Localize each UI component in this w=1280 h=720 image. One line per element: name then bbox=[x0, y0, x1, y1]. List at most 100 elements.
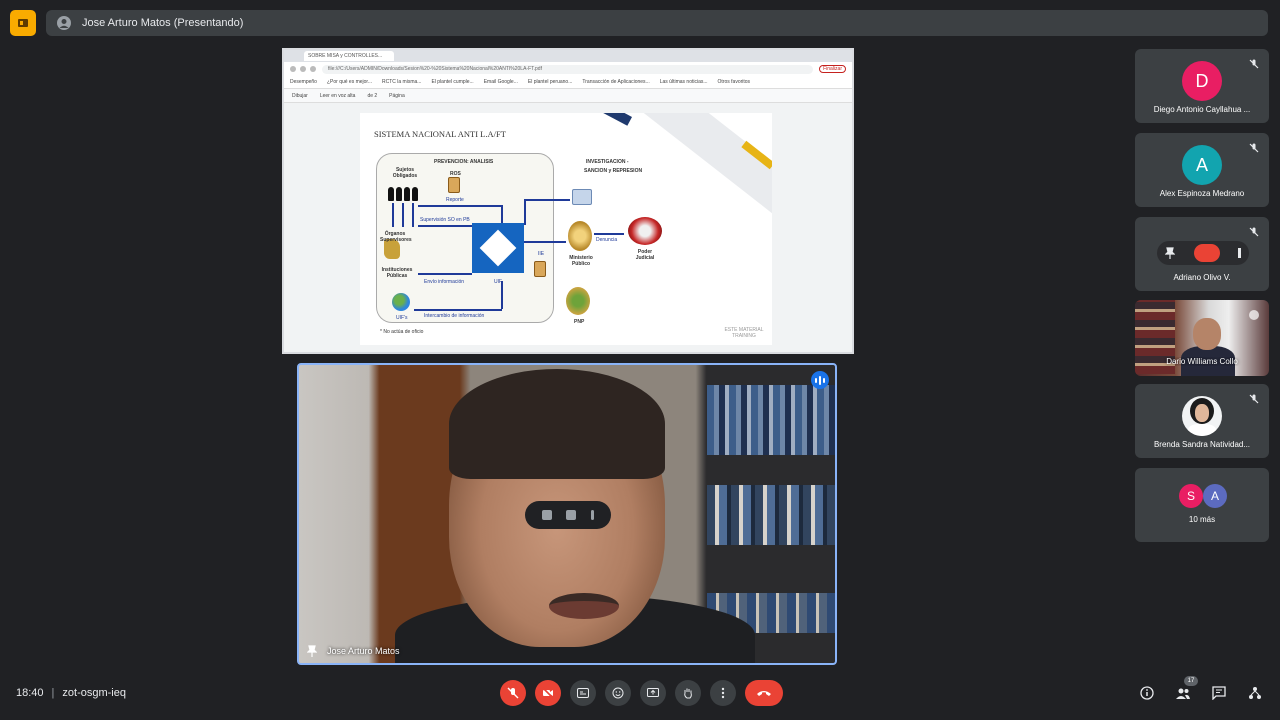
participant-tile[interactable]: D Diego Antonio Cayllahua ... bbox=[1135, 49, 1269, 123]
participant-video-tile[interactable]: Dario Williams Collo bbox=[1135, 300, 1269, 376]
activities-icon bbox=[1249, 687, 1261, 699]
speaking-indicator-icon bbox=[811, 371, 829, 389]
arrow bbox=[501, 205, 503, 223]
bookmark-item[interactable]: RCTC la misma... bbox=[382, 79, 421, 85]
pdf-draw-button[interactable]: Dibujar bbox=[292, 93, 308, 99]
emoji-button[interactable] bbox=[605, 680, 631, 706]
camera-toggle-button[interactable] bbox=[535, 680, 561, 706]
mic-off-icon bbox=[507, 687, 519, 699]
label-uifs: UIF's bbox=[396, 315, 408, 321]
arrow bbox=[524, 199, 570, 201]
bookmark-item[interactable]: El plantel peruano... bbox=[528, 79, 572, 85]
chat-button[interactable] bbox=[1210, 684, 1228, 702]
pin-icon bbox=[307, 645, 317, 657]
judicial-seal-icon bbox=[628, 217, 662, 245]
label-intercambio: Intercambio de información bbox=[424, 313, 485, 319]
participant-name: Adriano Olivo V. bbox=[1173, 273, 1231, 282]
camera-off-icon bbox=[542, 687, 554, 699]
presenter-title: Jose Arturo Matos (Presentando) bbox=[82, 17, 244, 29]
slide: SISTEMA NACIONAL ANTI L.A/FT PREVENCION:… bbox=[360, 113, 772, 345]
activities-button[interactable] bbox=[1246, 684, 1264, 702]
arrow bbox=[414, 309, 502, 311]
browser-tab[interactable]: SOBRE MISA y CONTROLLES... bbox=[304, 51, 394, 61]
shared-screen[interactable]: SOBRE MISA y CONTROLLES... file:///C:/Us… bbox=[282, 48, 854, 354]
label-ministerio: Ministerio Público bbox=[569, 255, 593, 267]
hang-up-icon bbox=[757, 691, 771, 696]
bookmark-item[interactable]: El plantel cumple... bbox=[431, 79, 473, 85]
participant-tile[interactable]: Brenda Sandra Natividad... bbox=[1135, 384, 1269, 458]
people-button[interactable]: 17 bbox=[1174, 676, 1198, 702]
pdf-page-count: de 2 bbox=[367, 92, 378, 99]
participant-name: Dario Williams Collo bbox=[1166, 357, 1238, 366]
more-options-icon[interactable] bbox=[590, 510, 594, 520]
globe-icon bbox=[392, 293, 410, 311]
meeting-details-button[interactable] bbox=[1138, 684, 1156, 702]
remove-icon[interactable] bbox=[1193, 244, 1220, 262]
uif-logo-icon bbox=[472, 223, 524, 273]
arrow bbox=[412, 203, 414, 227]
arrow bbox=[392, 203, 394, 227]
arrow bbox=[402, 203, 404, 227]
mic-off-icon bbox=[1249, 394, 1259, 404]
label-organos: Órganos Supervisores bbox=[380, 231, 412, 243]
participant-tile[interactable]: A Alex Espinoza Medrano bbox=[1135, 133, 1269, 207]
bookmark-item[interactable]: ¿Por qué es mejor... bbox=[327, 79, 372, 85]
raise-hand-button[interactable] bbox=[675, 680, 701, 706]
label-reporte: Reporte bbox=[446, 197, 464, 203]
separator: | bbox=[51, 687, 55, 699]
more-participants-tile[interactable]: S A 10 más bbox=[1135, 468, 1269, 542]
more-options-icon[interactable] bbox=[1238, 248, 1241, 258]
finish-button[interactable]: Finalizar bbox=[819, 65, 846, 73]
pin-icon[interactable] bbox=[1165, 247, 1175, 259]
mic-toggle-button[interactable] bbox=[500, 680, 526, 706]
arrow bbox=[524, 241, 566, 243]
more-options-button[interactable] bbox=[710, 680, 736, 706]
more-participants-label: 10 más bbox=[1188, 515, 1216, 524]
label-envio: Envío información bbox=[424, 279, 465, 285]
avatar: A bbox=[1182, 145, 1222, 185]
ministerio-seal-icon bbox=[568, 221, 592, 251]
address-bar[interactable]: file:///C:/Users/ADMIN/Downloads/Sesion%… bbox=[322, 64, 814, 74]
speaker-namebar: Jose Arturo Matos bbox=[307, 645, 400, 657]
presenter-banner[interactable]: Jose Arturo Matos (Presentando) bbox=[46, 10, 1268, 36]
bookmark-item[interactable]: Transacción de Aplicaciones... bbox=[582, 79, 649, 85]
browser-address-row: file:///C:/Users/ADMIN/Downloads/Sesion%… bbox=[284, 62, 852, 76]
avatar: A bbox=[1203, 484, 1227, 508]
speaker-tile[interactable]: Jose Arturo Matos bbox=[297, 363, 837, 665]
bookmark-item[interactable]: Email Google... bbox=[484, 79, 518, 85]
label-sujetos: Sujetos Obligados bbox=[392, 167, 418, 179]
pdf-read-aloud-button[interactable]: Leer en voz alta bbox=[320, 93, 356, 99]
arrow bbox=[524, 199, 526, 225]
mic-off-icon bbox=[1249, 310, 1259, 320]
arrow bbox=[418, 225, 472, 227]
avatar: S bbox=[1179, 484, 1203, 508]
captions-button[interactable] bbox=[570, 680, 596, 706]
slide-credits: ESTE MATERIAL TRAINING bbox=[724, 327, 764, 339]
tile-hover-controls[interactable] bbox=[1157, 241, 1249, 265]
present-button[interactable] bbox=[640, 680, 666, 706]
avatar: D bbox=[1182, 61, 1222, 101]
bookmark-item[interactable]: Las últimas noticias... bbox=[660, 79, 708, 85]
mute-icon[interactable] bbox=[566, 510, 577, 520]
people-icon bbox=[1176, 688, 1190, 699]
arrow bbox=[594, 233, 624, 235]
bookmarks-bar: Desempeño ¿Por qué es mejor... RCTC la m… bbox=[284, 76, 852, 89]
pin-icon[interactable] bbox=[542, 510, 553, 520]
bookmark-item[interactable]: Desempeño bbox=[290, 79, 317, 85]
participant-tile[interactable]: Adriano Olivo V. bbox=[1135, 217, 1269, 291]
label-supervision: Supervisión SO en PB bbox=[420, 217, 470, 223]
browser-tab-title: SOBRE MISA y CONTROLLES... bbox=[308, 53, 383, 59]
nav-buttons[interactable] bbox=[290, 66, 316, 72]
mic-off-icon bbox=[1249, 227, 1259, 237]
present-icon bbox=[647, 688, 659, 697]
leave-call-button[interactable] bbox=[745, 680, 783, 706]
document-icon bbox=[448, 177, 460, 193]
chat-icon bbox=[1212, 686, 1226, 700]
bookmark-item[interactable]: Otros favoritos bbox=[718, 79, 751, 85]
avatar bbox=[1182, 396, 1222, 436]
tile-hover-controls[interactable] bbox=[525, 501, 611, 529]
mic-off-icon bbox=[1249, 143, 1259, 153]
pdf-viewer[interactable]: SISTEMA NACIONAL ANTI L.A/FT PREVENCION:… bbox=[284, 103, 852, 352]
captions-icon bbox=[577, 688, 589, 698]
participant-name: Brenda Sandra Natividad... bbox=[1153, 440, 1251, 449]
